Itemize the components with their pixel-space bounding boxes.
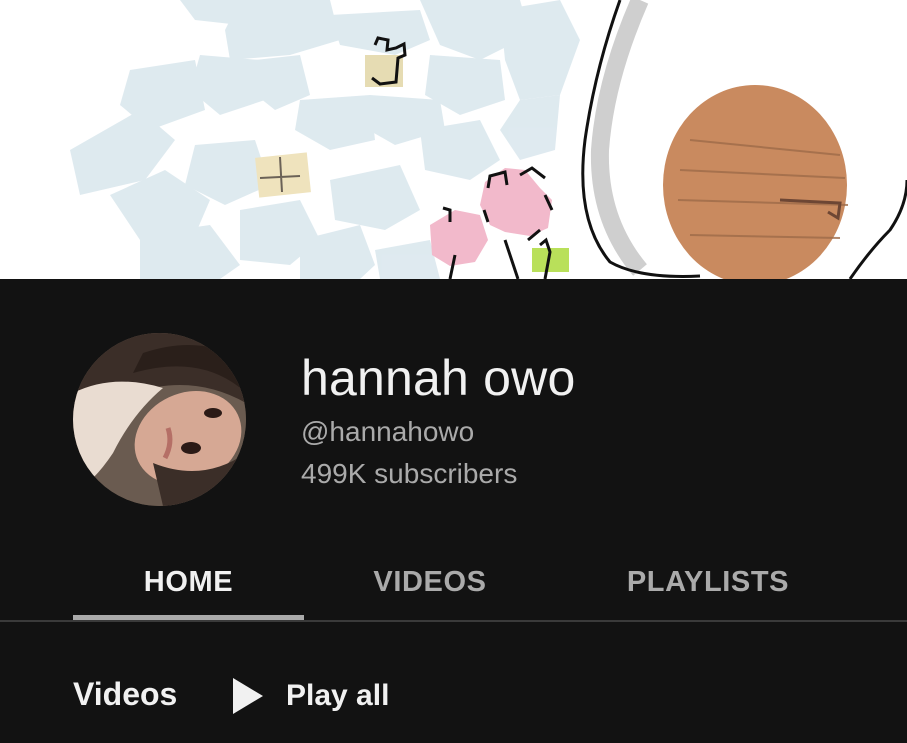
play-all-label: Play all [286,679,390,712]
tab-playlists[interactable]: PLAYLISTS [600,552,816,612]
tabs-divider [0,620,907,622]
channel-handle: @hannahowo [301,416,475,447]
tab-home[interactable]: HOME [73,552,304,612]
channel-banner [0,0,907,279]
subscriber-count: 499K subscribers [301,458,518,489]
tab-videos[interactable]: VIDEOS [330,552,530,612]
channel-name: hannah owo [301,350,576,406]
section-title-videos[interactable]: Videos [73,676,177,713]
channel-tabs: HOME VIDEOS PLAYLISTS [0,540,907,622]
channel-avatar[interactable] [73,333,246,506]
play-all-button[interactable]: Play all [228,670,389,722]
channel-page: hannah owo @hannahowo 499K subscribers H… [0,0,907,743]
play-icon [233,678,263,714]
